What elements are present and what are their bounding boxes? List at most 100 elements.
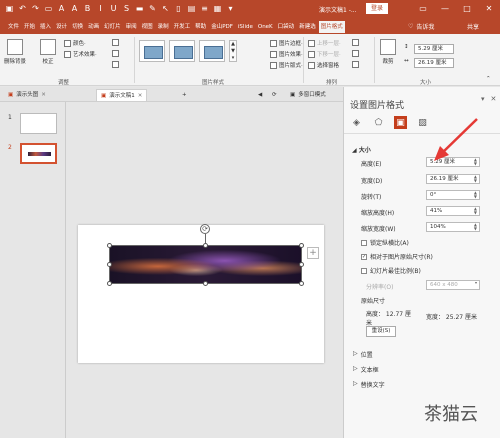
start-icon[interactable]: ▭ — [43, 3, 54, 14]
tab-15[interactable]: 口袋动 — [276, 21, 297, 33]
crop-button[interactable]: 裁剪 — [380, 39, 396, 65]
italic-icon[interactable]: I — [95, 3, 106, 14]
position-section-header[interactable]: ▷ 位置 — [353, 350, 373, 359]
resize-handle-se[interactable] — [299, 281, 304, 286]
tab-10[interactable]: 开发工 — [172, 21, 193, 33]
layout-icon[interactable]: ▤ — [186, 3, 197, 14]
resolution-select[interactable]: 640 x 480 ▾ — [426, 280, 480, 290]
doc-tab-1[interactable]: ▣ 演示头图 ✕ — [4, 89, 50, 101]
tab-17[interactable]: 图片格式 — [318, 21, 345, 33]
customize-icon[interactable]: ▾ — [225, 3, 236, 14]
resize-handle-w[interactable] — [107, 262, 112, 267]
send-backward-button[interactable]: 下移一层· — [308, 50, 341, 58]
selection-pane-button[interactable]: 选择窗格 — [308, 61, 339, 69]
best-scale-checkbox[interactable]: 幻灯片最佳比例(B) — [361, 266, 421, 275]
cursor-icon[interactable]: ↖ — [160, 3, 171, 14]
minimize-button[interactable]: — — [434, 0, 456, 18]
reset-picture-icon[interactable] — [112, 61, 119, 68]
bold-icon[interactable]: B — [82, 3, 93, 14]
tab-2[interactable]: 插入 — [38, 21, 53, 33]
tab-4[interactable]: 切换 — [70, 21, 85, 33]
rotate-handle[interactable]: ⟳ — [200, 224, 210, 234]
new-tab-button[interactable]: + — [178, 89, 191, 101]
tab-8[interactable]: 视图 — [140, 21, 155, 33]
layout-options-button[interactable]: + — [307, 247, 319, 259]
slide-thumbnail-1[interactable] — [20, 113, 57, 134]
tab-12[interactable]: 金山PDF — [209, 21, 235, 33]
compress-icon[interactable] — [112, 39, 119, 46]
correct-button[interactable]: 校正 — [40, 39, 56, 65]
login-button[interactable]: 登录 — [366, 3, 388, 14]
resize-handle-s[interactable] — [203, 281, 208, 286]
pane-options-icon[interactable]: ▾ — [481, 95, 485, 103]
brush-icon[interactable]: ✎ — [147, 3, 158, 14]
maximize-button[interactable]: □ — [456, 0, 478, 18]
close-tab-icon[interactable]: ✕ — [138, 90, 143, 102]
rect-icon[interactable]: ▯ — [173, 3, 184, 14]
tab-11[interactable]: 帮助 — [193, 21, 208, 33]
share-button[interactable]: 共享 — [467, 22, 479, 31]
undo-icon[interactable]: ↶ — [17, 3, 28, 14]
align-objects-icon[interactable] — [352, 39, 359, 46]
scale-width-input[interactable]: 104% ▲ ▼ — [426, 222, 480, 232]
close-button[interactable]: ✕ — [478, 0, 500, 18]
width-input[interactable]: 26.19 厘米 ▲ ▼ — [426, 174, 480, 184]
ribbon-display-icon[interactable]: ▭ — [412, 0, 434, 18]
fill-line-icon[interactable]: ◈ — [350, 116, 363, 129]
artistic-effects-button[interactable]: 艺术效果· — [64, 50, 97, 58]
alt-text-section-header[interactable]: ▷ 替换文字 — [353, 380, 385, 389]
resize-handle-nw[interactable] — [107, 243, 112, 248]
underline-icon[interactable]: U — [108, 3, 119, 14]
collapse-ribbon-icon[interactable]: ⌃ — [486, 76, 491, 82]
tab-13[interactable]: iSlide — [236, 21, 255, 33]
rotate-objects-icon[interactable] — [352, 61, 359, 68]
highlight-icon[interactable]: ▬ — [134, 3, 145, 14]
nebula-picture[interactable] — [109, 245, 302, 284]
tab-0[interactable]: 文件 — [6, 21, 21, 33]
tab-7[interactable]: 审阅 — [124, 21, 139, 33]
tab-16[interactable]: 新建选 — [297, 21, 318, 33]
slide-thumbnail-2[interactable] — [20, 143, 57, 164]
tab-14[interactable]: OneK — [256, 21, 275, 33]
picture-style-3[interactable] — [199, 40, 225, 62]
rotation-input[interactable]: 0° ▲ ▼ — [426, 190, 480, 200]
scale-height-input[interactable]: 41% ▲ ▼ — [426, 206, 480, 216]
picture-effects-button[interactable]: 图片效果· — [270, 50, 303, 58]
tab-list-icon[interactable]: ◀ — [254, 89, 266, 101]
textbox-section-header[interactable]: ▷ 文本框 — [353, 365, 379, 374]
doc-tab-2[interactable]: ▣ 演示文稿1 ✕ — [96, 89, 148, 102]
tab-1[interactable]: 开始 — [22, 21, 37, 33]
reload-icon[interactable]: ⟳ — [268, 89, 281, 101]
picture-style-1[interactable] — [139, 40, 165, 62]
grid-icon[interactable]: ▦ — [212, 3, 223, 14]
resize-handle-ne[interactable] — [299, 243, 304, 248]
ribbon-width-input[interactable]: 26.19 厘米 — [414, 58, 454, 68]
gallery-scroll[interactable]: ▲ ▼ ▾ — [229, 40, 237, 62]
size-section-header[interactable]: ◢ 大小 — [352, 145, 371, 154]
picture-style-2[interactable] — [169, 40, 195, 62]
tab-5[interactable]: 动画 — [86, 21, 101, 33]
font-a-icon[interactable]: A — [56, 3, 67, 14]
color-button[interactable]: 颜色· — [64, 39, 86, 47]
multi-window-button[interactable]: ▣ 多窗口模式 — [286, 89, 330, 101]
effects-pentagon-icon[interactable]: ⬠ — [372, 116, 385, 129]
remove-background-button[interactable]: 删除背景 — [4, 39, 26, 65]
tab-6[interactable]: 幻灯片 — [102, 21, 123, 33]
bring-forward-button[interactable]: 上移一层· — [308, 39, 341, 47]
picture-icon[interactable]: ▨ — [416, 116, 429, 129]
tab-3[interactable]: 设计 — [54, 21, 69, 33]
close-pane-icon[interactable]: ✕ — [491, 95, 497, 103]
save-icon[interactable]: ▣ — [4, 3, 15, 14]
picture-layout-button[interactable]: 图片版式· — [270, 61, 303, 69]
redo-icon[interactable]: ↷ — [30, 3, 41, 14]
tell-me[interactable]: ♡ 告诉我 — [408, 22, 434, 31]
resize-handle-e[interactable] — [299, 262, 304, 267]
lock-aspect-checkbox[interactable]: 锁定纵横比(A) — [361, 238, 409, 247]
resize-handle-n[interactable] — [203, 243, 208, 248]
align-icon[interactable]: ≡ — [199, 3, 210, 14]
font-a2-icon[interactable]: A — [69, 3, 80, 14]
strike-icon[interactable]: S — [121, 3, 132, 14]
close-tab-icon[interactable]: ✕ — [41, 89, 46, 101]
relative-original-checkbox[interactable]: ✓ 相对于图片原始尺寸(R) — [361, 252, 433, 261]
height-input[interactable]: 5.29 厘米 ▲ ▼ — [426, 157, 480, 167]
